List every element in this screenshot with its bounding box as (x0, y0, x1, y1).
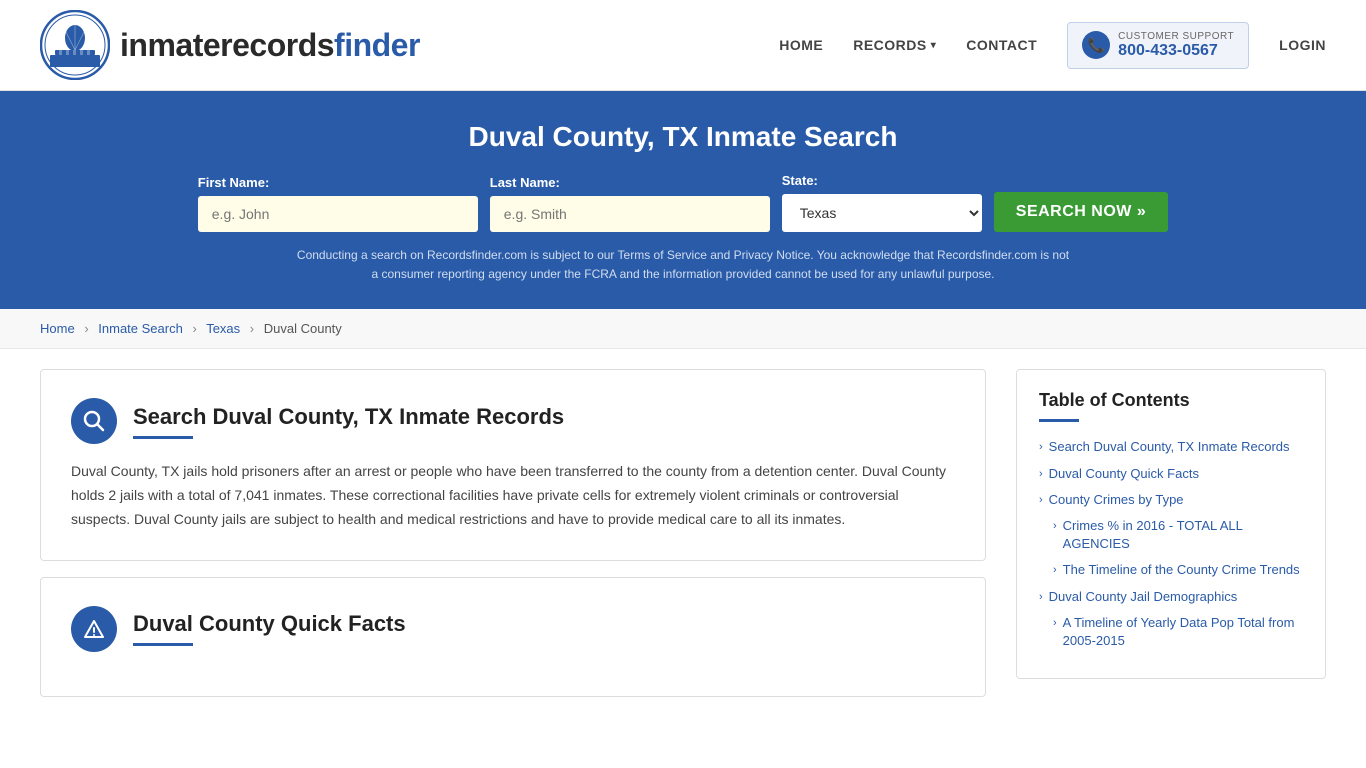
toc-item-5: › The Timeline of the County Crime Trend… (1039, 561, 1303, 579)
main-nav: HOME RECORDS ▾ CONTACT 📞 CUSTOMER SUPPOR… (779, 22, 1326, 69)
logo[interactable]: inmaterecordsfinder (40, 10, 420, 80)
last-name-input[interactable] (490, 196, 770, 232)
toc-list: › Search Duval County, TX Inmate Records… (1039, 438, 1303, 650)
toc-link-2[interactable]: › Duval County Quick Facts (1039, 465, 1303, 483)
support-text: CUSTOMER SUPPORT 800-433-0567 (1118, 31, 1234, 60)
toc-item-6: › Duval County Jail Demographics (1039, 588, 1303, 606)
banner-heading: Duval County, TX Inmate Search (40, 121, 1326, 153)
toc-link-3[interactable]: › County Crimes by Type (1039, 491, 1303, 509)
alert-icon-circle (71, 606, 117, 652)
search-button[interactable]: SEARCH NOW » (994, 192, 1168, 232)
toc-item-2: › Duval County Quick Facts (1039, 465, 1303, 483)
quick-facts-title: Duval County Quick Facts (133, 611, 406, 637)
breadcrumb-sep-2: › (192, 321, 196, 336)
chevron-down-icon: ▾ (931, 40, 937, 51)
toc-link-4[interactable]: › Crimes % in 2016 - TOTAL ALL AGENCIES (1053, 517, 1303, 553)
toc-item-1: › Search Duval County, TX Inmate Records (1039, 438, 1303, 456)
search-records-section: Search Duval County, TX Inmate Records D… (40, 369, 986, 560)
first-name-group: First Name: (198, 175, 478, 232)
last-name-group: Last Name: (490, 175, 770, 232)
first-name-label: First Name: (198, 175, 270, 190)
alert-icon (83, 618, 105, 640)
section-title-wrapper: Search Duval County, TX Inmate Records (133, 404, 564, 439)
toc-item-3: › County Crimes by Type (1039, 491, 1303, 509)
chevron-right-icon: › (1053, 563, 1057, 578)
first-name-input[interactable] (198, 196, 478, 232)
search-section-body: Duval County, TX jails hold prisoners af… (71, 460, 955, 531)
nav-home[interactable]: HOME (779, 37, 823, 53)
state-label: State: (782, 173, 818, 188)
section-header-search: Search Duval County, TX Inmate Records (71, 398, 955, 444)
main-content: Search Duval County, TX Inmate Records D… (0, 349, 1366, 732)
toc-link-6[interactable]: › Duval County Jail Demographics (1039, 588, 1303, 606)
chevron-right-icon: › (1053, 616, 1057, 631)
sidebar: Table of Contents › Search Duval County,… (1016, 369, 1326, 712)
toc-link-7[interactable]: › A Timeline of Yearly Data Pop Total fr… (1053, 614, 1303, 650)
support-number: 800-433-0567 (1118, 42, 1234, 60)
chevron-right-icon: › (1039, 440, 1043, 455)
disclaimer-text: Conducting a search on Recordsfinder.com… (293, 246, 1073, 284)
nav-records[interactable]: RECORDS ▾ (853, 37, 936, 53)
last-name-label: Last Name: (490, 175, 560, 190)
search-form: First Name: Last Name: State: Texas SEAR… (40, 173, 1326, 232)
search-banner: Duval County, TX Inmate Search First Nam… (0, 91, 1366, 309)
breadcrumb-sep-1: › (84, 321, 88, 336)
logo-text: inmaterecordsfinder (120, 27, 420, 64)
search-icon (83, 410, 105, 432)
breadcrumb-state[interactable]: Texas (206, 321, 240, 336)
search-section-title: Search Duval County, TX Inmate Records (133, 404, 564, 430)
breadcrumb-sep-3: › (250, 321, 254, 336)
facts-title-underline (133, 643, 193, 646)
chevron-right-icon: › (1039, 590, 1043, 605)
toc-item-4: › Crimes % in 2016 - TOTAL ALL AGENCIES (1039, 517, 1303, 553)
toc-item-7: › A Timeline of Yearly Data Pop Total fr… (1039, 614, 1303, 650)
toc-box: Table of Contents › Search Duval County,… (1016, 369, 1326, 679)
chevron-right-icon: › (1053, 519, 1057, 534)
chevron-right-icon: › (1039, 493, 1043, 508)
chevron-right-icon: › (1039, 467, 1043, 482)
breadcrumb: Home › Inmate Search › Texas › Duval Cou… (0, 309, 1366, 349)
toc-divider (1039, 419, 1079, 422)
title-underline (133, 436, 193, 439)
breadcrumb-home[interactable]: Home (40, 321, 75, 336)
site-header: inmaterecordsfinder HOME RECORDS ▾ CONTA… (0, 0, 1366, 91)
article-area: Search Duval County, TX Inmate Records D… (40, 369, 1016, 712)
section-title-facts-wrapper: Duval County Quick Facts (133, 611, 406, 646)
breadcrumb-inmate-search[interactable]: Inmate Search (98, 321, 183, 336)
customer-support-box: 📞 CUSTOMER SUPPORT 800-433-0567 (1067, 22, 1249, 69)
state-select[interactable]: Texas (782, 194, 982, 232)
phone-icon: 📞 (1082, 31, 1110, 59)
support-label: CUSTOMER SUPPORT (1118, 31, 1234, 42)
breadcrumb-current: Duval County (264, 321, 342, 336)
quick-facts-section: Duval County Quick Facts (40, 577, 986, 697)
nav-login[interactable]: LOGIN (1279, 37, 1326, 53)
state-group: State: Texas (782, 173, 982, 232)
logo-icon (40, 10, 110, 80)
nav-contact[interactable]: CONTACT (966, 37, 1037, 53)
section-header-facts: Duval County Quick Facts (71, 606, 955, 652)
toc-link-1[interactable]: › Search Duval County, TX Inmate Records (1039, 438, 1303, 456)
toc-link-5[interactable]: › The Timeline of the County Crime Trend… (1053, 561, 1303, 579)
toc-title: Table of Contents (1039, 390, 1303, 411)
search-icon-circle (71, 398, 117, 444)
